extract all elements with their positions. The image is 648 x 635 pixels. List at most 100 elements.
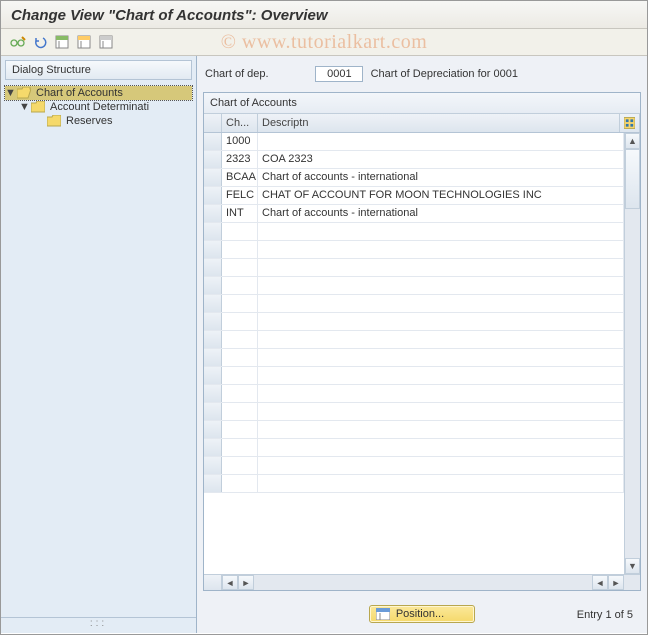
scroll-down-icon[interactable]: ▼ — [625, 558, 640, 574]
undo-icon[interactable] — [31, 33, 49, 51]
row-selector[interactable] — [204, 169, 222, 186]
cell-ch[interactable] — [222, 241, 258, 258]
grid-header-mark[interactable] — [204, 114, 222, 132]
row-selector[interactable] — [204, 133, 222, 150]
cell-ch[interactable] — [222, 475, 258, 492]
row-selector[interactable] — [204, 223, 222, 240]
row-selector[interactable] — [204, 385, 222, 402]
table-row[interactable] — [204, 295, 640, 313]
row-selector[interactable] — [204, 367, 222, 384]
table-row[interactable] — [204, 457, 640, 475]
row-selector[interactable] — [204, 439, 222, 456]
row-selector[interactable] — [204, 187, 222, 204]
table-row[interactable] — [204, 403, 640, 421]
cell-ch[interactable]: FELC — [222, 187, 258, 204]
cell-ch[interactable] — [222, 349, 258, 366]
cell-ch[interactable] — [222, 403, 258, 420]
grid-header-ch[interactable]: Ch... — [222, 114, 258, 132]
cell-desc[interactable] — [258, 259, 624, 276]
table-row[interactable]: BCAAChart of accounts - international — [204, 169, 640, 187]
tree-item-2[interactable]: Reserves — [5, 114, 192, 128]
sheet-clear-icon[interactable] — [97, 33, 115, 51]
cell-desc[interactable]: COA 2323 — [258, 151, 624, 168]
table-row[interactable] — [204, 223, 640, 241]
table-row[interactable] — [204, 259, 640, 277]
collapse-icon[interactable]: ▼ — [5, 87, 15, 99]
tree-item-0[interactable]: ▼Chart of Accounts — [5, 86, 192, 100]
sheet-select-icon[interactable] — [53, 33, 71, 51]
cell-ch[interactable] — [222, 439, 258, 456]
cell-desc[interactable] — [258, 349, 624, 366]
scroll-left2-icon[interactable]: ◄ — [592, 575, 608, 590]
position-button[interactable]: Position... — [369, 605, 475, 623]
horizontal-scrollbar[interactable]: ◄ ► ◄ ► — [204, 574, 640, 590]
table-row[interactable] — [204, 367, 640, 385]
cell-ch[interactable] — [222, 259, 258, 276]
table-row[interactable]: 1000 — [204, 133, 640, 151]
row-selector[interactable] — [204, 331, 222, 348]
cell-desc[interactable] — [258, 223, 624, 240]
cell-desc[interactable] — [258, 367, 624, 384]
cell-ch[interactable]: 1000 — [222, 133, 258, 150]
cell-desc[interactable] — [258, 295, 624, 312]
cell-desc[interactable] — [258, 313, 624, 330]
row-selector[interactable] — [204, 295, 222, 312]
table-row[interactable] — [204, 475, 640, 493]
cell-desc[interactable] — [258, 133, 624, 150]
cell-desc[interactable] — [258, 331, 624, 348]
cell-desc[interactable] — [258, 403, 624, 420]
cell-ch[interactable] — [222, 313, 258, 330]
table-row[interactable] — [204, 277, 640, 295]
cell-desc[interactable] — [258, 439, 624, 456]
cell-desc[interactable]: Chart of accounts - international — [258, 169, 624, 186]
row-selector[interactable] — [204, 349, 222, 366]
cell-ch[interactable] — [222, 457, 258, 474]
row-selector[interactable] — [204, 313, 222, 330]
table-row[interactable]: FELCCHAT OF ACCOUNT FOR MOON TECHNOLOGIE… — [204, 187, 640, 205]
table-row[interactable] — [204, 331, 640, 349]
cell-ch[interactable] — [222, 295, 258, 312]
row-selector[interactable] — [204, 205, 222, 222]
cell-ch[interactable] — [222, 277, 258, 294]
cell-ch[interactable] — [222, 331, 258, 348]
cell-desc[interactable] — [258, 385, 624, 402]
cell-desc[interactable] — [258, 421, 624, 438]
row-selector[interactable] — [204, 277, 222, 294]
cell-ch[interactable]: INT — [222, 205, 258, 222]
grid-config-icon[interactable] — [620, 114, 640, 132]
table-row[interactable] — [204, 349, 640, 367]
table-row[interactable] — [204, 439, 640, 457]
cell-desc[interactable] — [258, 475, 624, 492]
scroll-thumb[interactable] — [625, 149, 640, 209]
table-row[interactable] — [204, 241, 640, 259]
cell-ch[interactable] — [222, 385, 258, 402]
grid-header-desc[interactable]: Descriptn — [258, 114, 620, 132]
glasses-pencil-icon[interactable] — [9, 33, 27, 51]
cell-desc[interactable] — [258, 457, 624, 474]
collapse-icon[interactable]: ▼ — [19, 101, 29, 113]
row-selector[interactable] — [204, 475, 222, 492]
cell-ch[interactable]: BCAA — [222, 169, 258, 186]
cell-ch[interactable] — [222, 367, 258, 384]
row-selector[interactable] — [204, 259, 222, 276]
sheet-all-icon[interactable] — [75, 33, 93, 51]
cell-desc[interactable]: Chart of accounts - international — [258, 205, 624, 222]
cell-desc[interactable]: CHAT OF ACCOUNT FOR MOON TECHNOLOGIES IN… — [258, 187, 624, 204]
table-row[interactable] — [204, 313, 640, 331]
row-selector[interactable] — [204, 241, 222, 258]
tree-item-1[interactable]: ▼Account Determinati — [5, 100, 192, 114]
dep-input[interactable]: 0001 — [315, 66, 363, 82]
row-selector[interactable] — [204, 457, 222, 474]
scroll-right-icon[interactable]: ► — [238, 575, 254, 590]
vertical-scrollbar[interactable]: ▲ ▼ — [624, 133, 640, 574]
scroll-up-icon[interactable]: ▲ — [625, 133, 640, 149]
row-selector[interactable] — [204, 151, 222, 168]
table-row[interactable] — [204, 421, 640, 439]
row-selector[interactable] — [204, 421, 222, 438]
table-row[interactable] — [204, 385, 640, 403]
cell-ch[interactable] — [222, 421, 258, 438]
cell-ch[interactable]: 2323 — [222, 151, 258, 168]
sidebar-resize-handle[interactable]: ::: — [1, 617, 196, 633]
cell-desc[interactable] — [258, 277, 624, 294]
scroll-right2-icon[interactable]: ► — [608, 575, 624, 590]
